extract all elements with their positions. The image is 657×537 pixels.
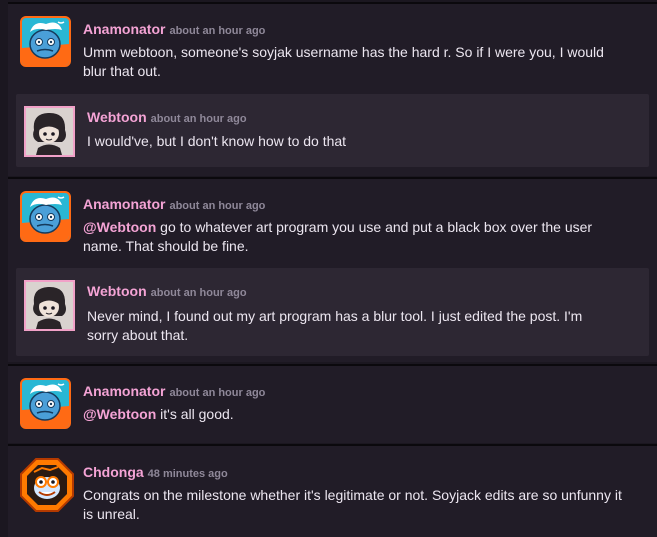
- comment-body: @Webtoon it's all good.: [83, 405, 628, 424]
- comment-body: @Webtoon go to whatever art program you …: [83, 218, 628, 256]
- comment: Anamonator about an hour ago Umm webtoon,…: [8, 2, 657, 176]
- author-name[interactable]: Anamonator: [83, 196, 165, 212]
- comment-body: Umm webtoon, someone's soyjak username h…: [83, 44, 604, 79]
- comment: Anamonator about an hour ago @Webtoon it'…: [8, 364, 657, 443]
- reply: Webtoon about an hour ago I would've, but…: [16, 94, 649, 167]
- comment-timestamp: about an hour ago: [169, 200, 266, 212]
- comment-text: go to whatever art program you use and p…: [83, 219, 593, 254]
- anamonator-avatar-icon[interactable]: [20, 191, 71, 242]
- reply-body: Never mind, I found out my art program h…: [87, 308, 583, 343]
- comment-timestamp: about an hour ago: [169, 387, 266, 399]
- reply-author[interactable]: Webtoon about an hour ago: [87, 109, 247, 125]
- reply-timestamp: about an hour ago: [150, 113, 247, 125]
- comment-timestamp: 48 minutes ago: [147, 468, 228, 480]
- reply-timestamp: about an hour ago: [150, 287, 247, 299]
- reply-body: I would've, but I don't know how to do t…: [87, 133, 347, 149]
- comment-author[interactable]: Anamonator about an hour ago: [83, 21, 265, 37]
- comment-timestamp: about an hour ago: [169, 25, 266, 37]
- comment-body: Congrats on the milestone whether it's l…: [83, 487, 622, 522]
- comment: Chdonga 48 minutes ago Congrats on the mi…: [8, 444, 657, 537]
- author-name[interactable]: Webtoon: [87, 283, 147, 299]
- anamonator-avatar-icon[interactable]: [20, 16, 71, 67]
- anamonator-avatar-icon[interactable]: [20, 378, 71, 429]
- user-mention[interactable]: @Webtoon: [83, 406, 156, 422]
- comment-author[interactable]: Chdonga 48 minutes ago: [83, 464, 228, 480]
- comment: Anamonator about an hour ago @Webtoon go …: [8, 177, 657, 362]
- author-name[interactable]: Chdonga: [83, 464, 144, 480]
- comment-text: it's all good.: [156, 406, 234, 422]
- author-name[interactable]: Anamonator: [83, 21, 165, 37]
- chdonga-avatar-icon[interactable]: [20, 458, 74, 512]
- comment-author[interactable]: Anamonator about an hour ago: [83, 383, 265, 399]
- webtoon-avatar-icon[interactable]: [24, 106, 75, 157]
- reply-author[interactable]: Webtoon about an hour ago: [87, 283, 247, 299]
- user-mention[interactable]: @Webtoon: [83, 219, 156, 235]
- webtoon-avatar-icon[interactable]: [24, 280, 75, 331]
- author-name[interactable]: Anamonator: [83, 383, 165, 399]
- author-name[interactable]: Webtoon: [87, 109, 147, 125]
- reply: Webtoon about an hour ago Never mind, I f…: [16, 268, 649, 356]
- comment-author[interactable]: Anamonator about an hour ago: [83, 196, 265, 212]
- comment-thread: Anamonator about an hour ago Umm webtoon,…: [0, 0, 657, 537]
